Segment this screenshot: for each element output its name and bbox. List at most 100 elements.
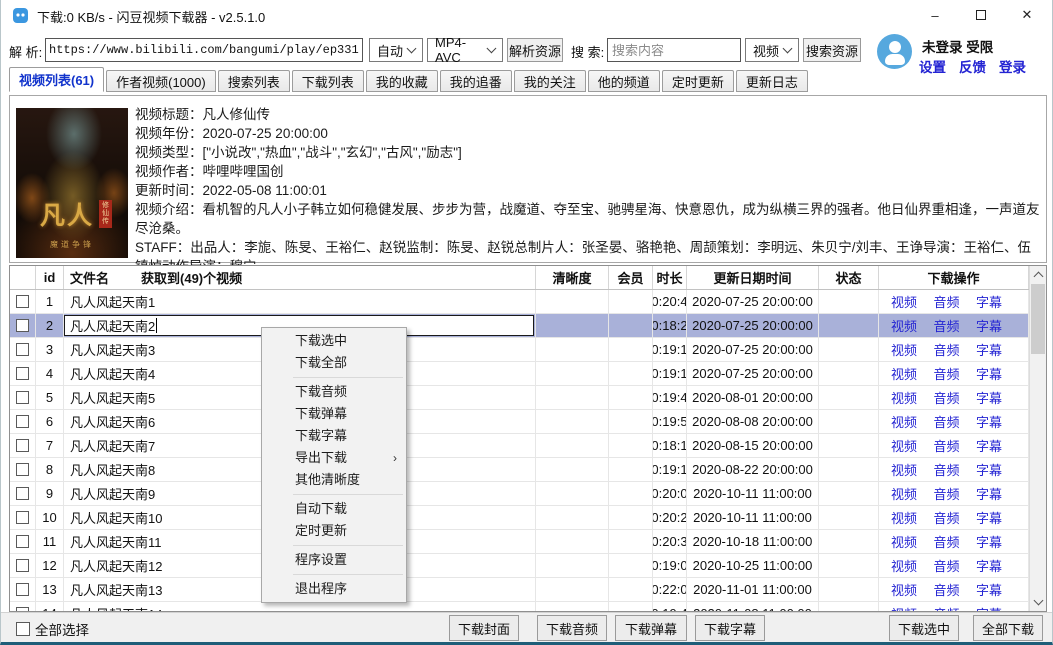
select-all-checkbox[interactable] — [16, 622, 30, 636]
download-audio-link[interactable]: 音频 — [933, 388, 959, 407]
tab-2[interactable]: 搜索列表 — [218, 70, 290, 92]
row-checkbox[interactable] — [16, 391, 29, 404]
download-subtitle-link[interactable]: 字幕 — [976, 580, 1002, 599]
table-row[interactable]: 10凡人风起天南100:20:22020-10-11 11:00:00视频音频字… — [10, 506, 1029, 530]
table-row[interactable]: 13凡人风起天南130:22:02020-11-01 11:00:00视频音频字… — [10, 578, 1029, 602]
row-checkbox[interactable] — [16, 367, 29, 380]
download-subtitle-link[interactable]: 字幕 — [976, 460, 1002, 479]
row-checkbox[interactable] — [16, 319, 29, 332]
table-row[interactable]: 1凡人风起天南10:20:42020-07-25 20:00:00视频音频字幕 — [10, 290, 1029, 314]
settings-link[interactable]: 设置 — [919, 56, 946, 76]
header-filename[interactable]: 文件名 获取到(49)个视频 — [64, 266, 536, 289]
download-audio-button[interactable]: 下载音频 — [537, 615, 607, 641]
menu-item[interactable]: 程序设置 — [262, 549, 406, 571]
tab-5[interactable]: 我的追番 — [440, 70, 512, 92]
table-row[interactable]: 11凡人风起天南110:20:32020-10-18 11:00:00视频音频字… — [10, 530, 1029, 554]
download-subtitle-link[interactable]: 字幕 — [976, 316, 1002, 335]
download-subtitle-link[interactable]: 字幕 — [976, 436, 1002, 455]
tab-9[interactable]: 更新日志 — [736, 70, 808, 92]
download-audio-link[interactable]: 音频 — [933, 316, 959, 335]
download-subtitle-link[interactable]: 字幕 — [976, 364, 1002, 383]
login-link[interactable]: 登录 — [999, 56, 1026, 76]
tab-7[interactable]: 他的频道 — [588, 70, 660, 92]
download-video-link[interactable]: 视频 — [891, 580, 917, 599]
row-checkbox[interactable] — [16, 559, 29, 572]
parse-resource-button[interactable]: 解析资源 — [507, 38, 563, 62]
download-video-link[interactable]: 视频 — [891, 436, 917, 455]
download-video-link[interactable]: 视频 — [891, 364, 917, 383]
download-subtitle-link[interactable]: 字幕 — [976, 292, 1002, 311]
menu-item[interactable]: 导出下载› — [262, 447, 406, 469]
download-audio-link[interactable]: 音频 — [933, 436, 959, 455]
header-quality[interactable]: 清晰度 — [536, 266, 609, 289]
close-button[interactable]: ✕ — [1004, 0, 1050, 30]
download-subtitle-button[interactable]: 下载字幕 — [695, 615, 765, 641]
menu-item[interactable]: 自动下载 — [262, 498, 406, 520]
tab-1[interactable]: 作者视频(1000) — [106, 70, 216, 92]
menu-item[interactable]: 下载音频 — [262, 381, 406, 403]
download-subtitle-link[interactable]: 字幕 — [976, 508, 1002, 527]
download-audio-link[interactable]: 音频 — [933, 484, 959, 503]
download-video-link[interactable]: 视频 — [891, 556, 917, 575]
download-video-link[interactable]: 视频 — [891, 412, 917, 431]
download-audio-link[interactable]: 音频 — [933, 508, 959, 527]
url-input[interactable] — [45, 38, 363, 62]
row-checkbox[interactable] — [16, 415, 29, 428]
download-audio-link[interactable]: 音频 — [933, 532, 959, 551]
download-video-link[interactable]: 视频 — [891, 604, 917, 611]
search-input[interactable] — [607, 38, 741, 62]
tab-8[interactable]: 定时更新 — [662, 70, 734, 92]
row-checkbox[interactable] — [16, 487, 29, 500]
download-video-link[interactable]: 视频 — [891, 484, 917, 503]
download-audio-link[interactable]: 音频 — [933, 412, 959, 431]
scroll-up-button[interactable] — [1030, 266, 1046, 283]
header-datetime[interactable]: 更新日期时间 — [687, 266, 819, 289]
download-danmaku-button[interactable]: 下载弹幕 — [615, 615, 687, 641]
download-video-link[interactable]: 视频 — [891, 508, 917, 527]
download-audio-link[interactable]: 音频 — [933, 460, 959, 479]
download-video-link[interactable]: 视频 — [891, 532, 917, 551]
header-status[interactable]: 状态 — [819, 266, 879, 289]
header-vip[interactable]: 会员 — [609, 266, 653, 289]
table-row[interactable]: 7凡人风起天南70:18:12020-08-15 20:00:00视频音频字幕 — [10, 434, 1029, 458]
user-avatar-icon[interactable] — [877, 34, 912, 69]
table-row[interactable]: 5凡人风起天南50:19:42020-08-01 20:00:00视频音频字幕 — [10, 386, 1029, 410]
download-selected-button[interactable]: 下载选中 — [889, 615, 959, 641]
minimize-button[interactable]: – — [912, 0, 958, 30]
download-subtitle-link[interactable]: 字幕 — [976, 412, 1002, 431]
download-video-link[interactable]: 视频 — [891, 388, 917, 407]
table-row[interactable]: 14凡人风起天南140:19:42020-11-08 11:00:00视频音频字… — [10, 602, 1029, 611]
tab-3[interactable]: 下载列表 — [292, 70, 364, 92]
row-checkbox[interactable] — [16, 295, 29, 308]
menu-item[interactable]: 下载全部 — [262, 352, 406, 374]
row-checkbox[interactable] — [16, 607, 29, 611]
search-resource-button[interactable]: 搜索资源 — [803, 38, 861, 62]
menu-item[interactable]: 定时更新 — [262, 520, 406, 542]
table-row[interactable]: 6凡人风起天南60:19:52020-08-08 20:00:00视频音频字幕 — [10, 410, 1029, 434]
table-row[interactable]: 12凡人风起天南120:19:02020-10-25 11:00:00视频音频字… — [10, 554, 1029, 578]
download-audio-link[interactable]: 音频 — [933, 340, 959, 359]
format-select[interactable]: MP4-AVC — [427, 38, 503, 62]
quality-select[interactable]: 自动 — [369, 38, 423, 62]
download-video-link[interactable]: 视频 — [891, 460, 917, 479]
search-type-select[interactable]: 视频 — [745, 38, 799, 62]
download-audio-link[interactable]: 音频 — [933, 604, 959, 611]
download-cover-button[interactable]: 下载封面 — [449, 615, 519, 641]
row-checkbox[interactable] — [16, 463, 29, 476]
download-subtitle-link[interactable]: 字幕 — [976, 604, 1002, 611]
maximize-button[interactable] — [958, 0, 1004, 30]
download-audio-link[interactable]: 音频 — [933, 364, 959, 383]
download-audio-link[interactable]: 音频 — [933, 580, 959, 599]
header-duration[interactable]: 时长 — [653, 266, 687, 289]
tab-6[interactable]: 我的关注 — [514, 70, 586, 92]
download-subtitle-link[interactable]: 字幕 — [976, 340, 1002, 359]
download-subtitle-link[interactable]: 字幕 — [976, 388, 1002, 407]
table-row[interactable]: 9凡人风起天南90:20:02020-10-11 11:00:00视频音频字幕 — [10, 482, 1029, 506]
download-audio-link[interactable]: 音频 — [933, 556, 959, 575]
menu-item[interactable]: 下载弹幕 — [262, 403, 406, 425]
row-checkbox[interactable] — [16, 343, 29, 356]
row-checkbox[interactable] — [16, 511, 29, 524]
download-subtitle-link[interactable]: 字幕 — [976, 532, 1002, 551]
scrollbar-thumb[interactable] — [1031, 284, 1045, 354]
header-download-ops[interactable]: 下载操作 — [879, 266, 1029, 289]
